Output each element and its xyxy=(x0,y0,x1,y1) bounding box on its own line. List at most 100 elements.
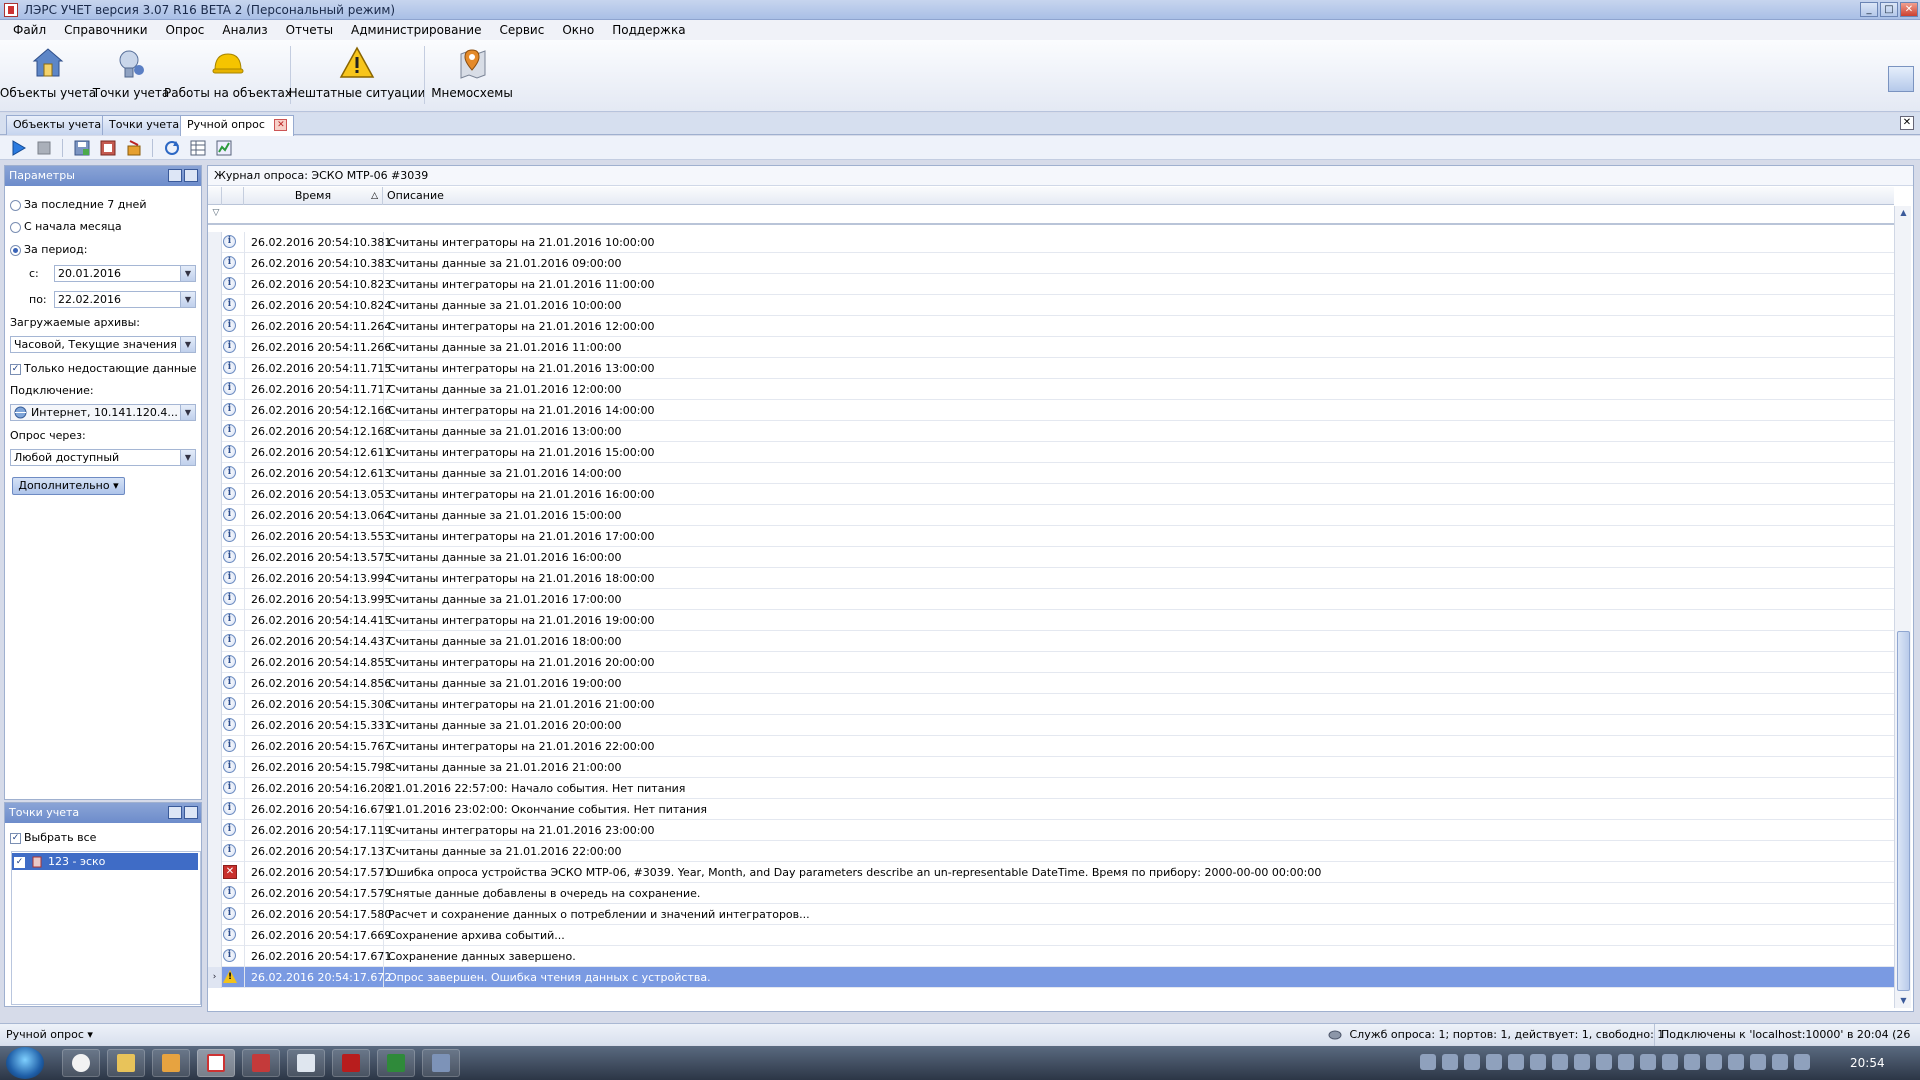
menu-support[interactable]: Поддержка xyxy=(603,23,694,37)
table-row[interactable]: i 26.02.2016 20:54:12.168 Считаны данные з… xyxy=(208,421,1894,442)
table-row[interactable]: i 26.02.2016 20:54:17.669 Сохранение архив… xyxy=(208,925,1894,946)
tray-icon[interactable] xyxy=(1706,1054,1722,1070)
row-indicator[interactable] xyxy=(208,610,222,631)
chevron-down-icon[interactable]: ▼ xyxy=(180,266,195,281)
row-indicator[interactable] xyxy=(208,736,222,757)
clock[interactable]: 20:54 xyxy=(1850,1046,1885,1080)
row-indicator[interactable] xyxy=(208,421,222,442)
row-indicator[interactable] xyxy=(208,799,222,820)
grid-filter-row[interactable]: ▽ xyxy=(208,206,1894,225)
clear-log-button[interactable] xyxy=(124,138,143,157)
taskbar-app-explorer[interactable] xyxy=(107,1049,145,1077)
export-button[interactable] xyxy=(98,138,117,157)
start-button[interactable] xyxy=(6,1047,44,1079)
table-row[interactable]: i 26.02.2016 20:54:13.575 Считаны данные з… xyxy=(208,547,1894,568)
pin-panel-button[interactable] xyxy=(184,169,198,182)
tab-manual-poll[interactable]: Ручной опрос ✕ xyxy=(180,115,295,136)
table-row[interactable]: i 26.02.2016 20:54:10.383 Считаны данные з… xyxy=(208,253,1894,274)
table-button[interactable] xyxy=(188,138,207,157)
row-indicator[interactable] xyxy=(208,694,222,715)
archives-select[interactable]: Часовой, Текущие значения ▼ xyxy=(10,336,196,353)
chart-button[interactable] xyxy=(214,138,233,157)
table-row[interactable]: i 26.02.2016 20:54:11.266 Считаны данные з… xyxy=(208,337,1894,358)
chevron-down-icon[interactable]: ▼ xyxy=(180,450,195,465)
row-indicator[interactable] xyxy=(208,862,222,883)
taskbar-app-lers[interactable] xyxy=(197,1049,235,1077)
filter-icon[interactable]: ▽ xyxy=(210,208,222,220)
taskbar-app-browser[interactable] xyxy=(62,1049,100,1077)
table-row[interactable]: i 26.02.2016 20:54:13.064 Считаны данные з… xyxy=(208,505,1894,526)
connection-select[interactable]: Интернет, 10.141.120.4... ▼ xyxy=(10,404,196,421)
table-row[interactable]: i 26.02.2016 20:54:10.823 Считаны интеграт… xyxy=(208,274,1894,295)
row-indicator[interactable] xyxy=(208,379,222,400)
chevron-down-icon[interactable]: ▼ xyxy=(180,405,195,420)
row-indicator[interactable] xyxy=(208,841,222,862)
objects-button[interactable]: Объекты учета xyxy=(0,44,96,108)
tray-icon[interactable] xyxy=(1442,1054,1458,1070)
tray-icon[interactable] xyxy=(1750,1054,1766,1070)
row-indicator[interactable] xyxy=(208,568,222,589)
menu-poll[interactable]: Опрос xyxy=(157,23,214,37)
table-row[interactable]: i 26.02.2016 20:54:12.613 Считаны данные з… xyxy=(208,463,1894,484)
table-row[interactable]: i 26.02.2016 20:54:14.437 Считаны данные з… xyxy=(208,631,1894,652)
menu-service[interactable]: Сервис xyxy=(490,23,553,37)
row-indicator[interactable] xyxy=(208,778,222,799)
row-indicator[interactable] xyxy=(208,883,222,904)
table-row[interactable]: i 26.02.2016 20:54:17.579 Снятые данные до… xyxy=(208,883,1894,904)
table-row[interactable]: i 26.02.2016 20:54:13.053 Считаны интеграт… xyxy=(208,484,1894,505)
works-button[interactable]: Работы на объектах xyxy=(164,44,292,108)
table-row[interactable]: i 26.02.2016 20:54:10.824 Считаны данные з… xyxy=(208,295,1894,316)
tray-icon[interactable] xyxy=(1552,1054,1568,1070)
description-column-header[interactable]: Описание xyxy=(383,187,1894,205)
time-column-header[interactable]: Время △ xyxy=(244,187,383,205)
row-indicator[interactable] xyxy=(208,316,222,337)
row-indicator[interactable] xyxy=(208,337,222,358)
table-row[interactable]: i 26.02.2016 20:54:11.264 Считаны интеграт… xyxy=(208,316,1894,337)
tray-icon[interactable] xyxy=(1508,1054,1524,1070)
table-row[interactable]: i 26.02.2016 20:54:14.415 Считаны интеграт… xyxy=(208,610,1894,631)
tray-icon[interactable] xyxy=(1772,1054,1788,1070)
tray-icon[interactable] xyxy=(1662,1054,1678,1070)
table-row[interactable]: › 26.02.2016 20:54:17.672Опрос завершен. … xyxy=(208,967,1894,988)
layout-toggle-button[interactable] xyxy=(1888,66,1914,92)
row-indicator[interactable] xyxy=(208,946,222,967)
row-indicator[interactable] xyxy=(208,652,222,673)
only-missing-checkbox[interactable]: ✓ Только недостающие данные xyxy=(10,362,197,375)
taskbar-app-remote[interactable] xyxy=(422,1049,460,1077)
row-indicator[interactable] xyxy=(208,904,222,925)
menu-administration[interactable]: Администрирование xyxy=(342,23,490,37)
row-indicator[interactable] xyxy=(208,673,222,694)
period-month-radio[interactable]: С начала месяца xyxy=(10,220,122,233)
period-custom-radio[interactable]: За период: xyxy=(10,243,87,256)
table-row[interactable]: i 26.02.2016 20:54:11.717 Считаны данные з… xyxy=(208,379,1894,400)
scroll-up-icon[interactable]: ▲ xyxy=(1896,206,1911,220)
table-row[interactable]: i 26.02.2016 20:54:16.679 21.01.2016 23:02… xyxy=(208,799,1894,820)
table-row[interactable]: i 26.02.2016 20:54:15.331 Считаны данные з… xyxy=(208,715,1894,736)
tray-icon[interactable] xyxy=(1574,1054,1590,1070)
mnemo-button[interactable]: Мнемосхемы xyxy=(430,44,514,108)
menu-reports[interactable]: Отчеты xyxy=(277,23,342,37)
row-indicator[interactable] xyxy=(208,757,222,778)
row-indicator[interactable] xyxy=(208,820,222,841)
table-row[interactable]: i 26.02.2016 20:54:17.119 Считаны интеграт… xyxy=(208,820,1894,841)
vertical-scrollbar[interactable]: ▲ ▼ xyxy=(1894,206,1911,1008)
taskbar-app-pdf[interactable] xyxy=(332,1049,370,1077)
emergencies-button[interactable]: Нештатные ситуации xyxy=(289,44,425,108)
chevron-down-icon[interactable]: ▼ xyxy=(180,292,195,307)
taskbar-app-docs[interactable] xyxy=(287,1049,325,1077)
scroll-down-icon[interactable]: ▼ xyxy=(1896,994,1911,1008)
table-row[interactable]: i 26.02.2016 20:54:13.995 Считаны данные з… xyxy=(208,589,1894,610)
table-row[interactable]: i 26.02.2016 20:54:15.798 Считаны данные з… xyxy=(208,757,1894,778)
via-select[interactable]: Любой доступный ▼ xyxy=(10,449,196,466)
tray-icon[interactable] xyxy=(1420,1054,1436,1070)
table-row[interactable]: i 26.02.2016 20:54:17.580 Расчет и сохране… xyxy=(208,904,1894,925)
table-row[interactable]: i 26.02.2016 20:54:17.671 Сохранение данны… xyxy=(208,946,1894,967)
row-indicator[interactable] xyxy=(208,547,222,568)
row-indicator[interactable] xyxy=(208,526,222,547)
table-row[interactable]: i 26.02.2016 20:54:13.994 Считаны интеграт… xyxy=(208,568,1894,589)
close-panel-icon[interactable]: ✕ xyxy=(1900,116,1914,130)
maximize-button[interactable]: □ xyxy=(1880,2,1898,17)
tray-icon[interactable] xyxy=(1618,1054,1634,1070)
collapse-panel-button[interactable] xyxy=(168,169,182,182)
tab-close-icon[interactable]: ✕ xyxy=(274,119,288,131)
